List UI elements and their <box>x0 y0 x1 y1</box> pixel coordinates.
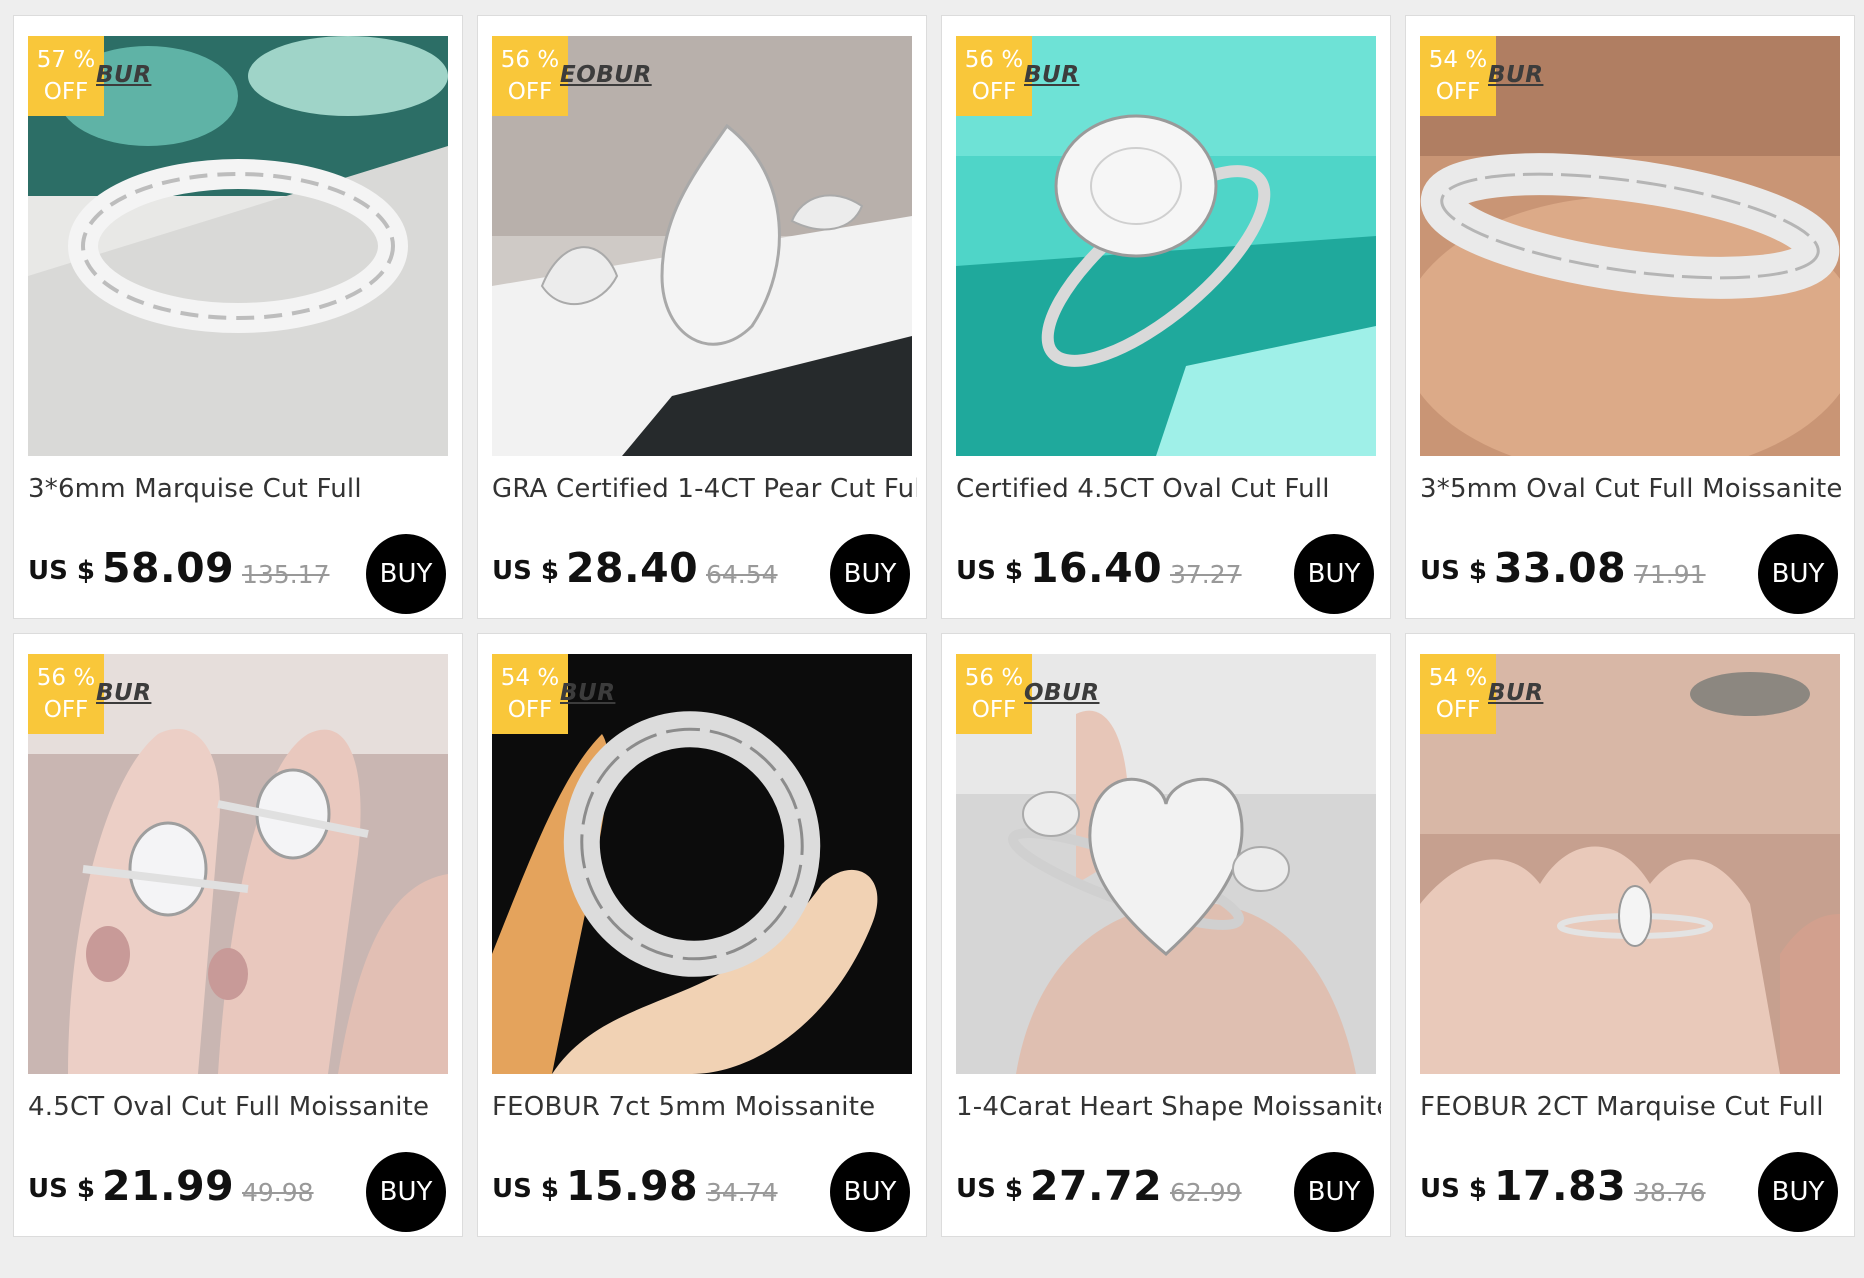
original-price: 49.98 <box>242 1178 314 1207</box>
discount-badge: 54 % OFF <box>1420 36 1496 116</box>
original-price: 37.27 <box>1170 560 1242 589</box>
buy-button[interactable]: BUY <box>1758 1152 1838 1232</box>
product-image[interactable]: 54 % OFF BUR <box>1420 654 1840 1074</box>
product-title[interactable]: Certified 4.5CT Oval Cut Full <box>956 474 1381 504</box>
discount-badge: 56 % OFF <box>956 36 1032 116</box>
buy-button[interactable]: BUY <box>1294 534 1374 614</box>
sale-price: 58.09 <box>102 544 235 592</box>
product-title[interactable]: FEOBUR 7ct 5mm Moissanite <box>492 1092 917 1122</box>
product-grid: 57 % OFF BUR 3*6mm Marquise Cut Full US … <box>13 15 1855 1237</box>
currency-label: US $ <box>1420 1174 1487 1204</box>
discount-off-label: OFF <box>971 697 1017 723</box>
product-card[interactable]: 56 % OFF OBUR 1-4Carat Heart Shape Moiss… <box>941 633 1391 1237</box>
product-card[interactable]: 56 % OFF BUR 4.5CT Oval Cut Full Moissan… <box>13 633 463 1237</box>
original-price: 34.74 <box>706 1178 778 1207</box>
product-title[interactable]: 1-4Carat Heart Shape Moissanite <box>956 1092 1381 1122</box>
product-card[interactable]: 56 % OFF BUR Certified 4.5CT Oval Cut Fu… <box>941 15 1391 619</box>
product-card[interactable]: 54 % OFF BUR 3*5mm Oval Cut Full Moissan… <box>1405 15 1855 619</box>
product-card[interactable]: 54 % OFF BUR FEOBUR 7ct 5mm Moissanite U… <box>477 633 927 1237</box>
discount-off-label: OFF <box>43 79 89 105</box>
discount-off-label: OFF <box>1435 697 1481 723</box>
original-price: 64.54 <box>706 560 778 589</box>
product-card[interactable]: 57 % OFF BUR 3*6mm Marquise Cut Full US … <box>13 15 463 619</box>
original-price: 71.91 <box>1634 560 1706 589</box>
discount-off-label: OFF <box>43 697 89 723</box>
original-price: 135.17 <box>242 560 330 589</box>
buy-button[interactable]: BUY <box>366 534 446 614</box>
discount-badge: 54 % OFF <box>1420 654 1496 734</box>
product-image[interactable]: 57 % OFF BUR <box>28 36 448 456</box>
brand-watermark: BUR <box>96 680 152 706</box>
product-title[interactable]: FEOBUR 2CT Marquise Cut Full <box>1420 1092 1845 1122</box>
discount-percent: 56 % <box>36 665 96 691</box>
discount-off-label: OFF <box>971 79 1017 105</box>
brand-watermark: OBUR <box>1024 680 1100 706</box>
currency-label: US $ <box>492 1174 559 1204</box>
discount-badge: 54 % OFF <box>492 654 568 734</box>
discount-badge: 56 % OFF <box>28 654 104 734</box>
sale-price: 33.08 <box>1494 544 1627 592</box>
discount-badge: 56 % OFF <box>492 36 568 116</box>
currency-label: US $ <box>28 556 95 586</box>
brand-watermark: BUR <box>560 680 616 706</box>
product-image[interactable]: 54 % OFF BUR <box>492 654 912 1074</box>
brand-watermark: BUR <box>1488 62 1544 88</box>
discount-percent: 54 % <box>500 665 560 691</box>
discount-badge: 56 % OFF <box>956 654 1032 734</box>
sale-price: 27.72 <box>1030 1162 1163 1210</box>
currency-label: US $ <box>956 556 1023 586</box>
sale-price: 15.98 <box>566 1162 699 1210</box>
product-image[interactable]: 56 % OFF EOBUR <box>492 36 912 456</box>
brand-watermark: BUR <box>96 62 152 88</box>
original-price: 38.76 <box>1634 1178 1706 1207</box>
discount-off-label: OFF <box>507 697 553 723</box>
buy-button[interactable]: BUY <box>1294 1152 1374 1232</box>
discount-percent: 57 % <box>36 47 96 73</box>
currency-label: US $ <box>956 1174 1023 1204</box>
product-card[interactable]: 54 % OFF BUR FEOBUR 2CT Marquise Cut Ful… <box>1405 633 1855 1237</box>
product-image[interactable]: 56 % OFF BUR <box>28 654 448 1074</box>
product-title[interactable]: 3*5mm Oval Cut Full Moissanite <box>1420 474 1845 504</box>
buy-button[interactable]: BUY <box>366 1152 446 1232</box>
discount-off-label: OFF <box>507 79 553 105</box>
product-title[interactable]: 3*6mm Marquise Cut Full <box>28 474 453 504</box>
sale-price: 17.83 <box>1494 1162 1627 1210</box>
sale-price: 28.40 <box>566 544 699 592</box>
product-card[interactable]: 56 % OFF EOBUR GRA Certified 1-4CT Pear … <box>477 15 927 619</box>
discount-percent: 56 % <box>964 47 1024 73</box>
brand-watermark: BUR <box>1024 62 1080 88</box>
product-image[interactable]: 54 % OFF BUR <box>1420 36 1840 456</box>
product-title[interactable]: GRA Certified 1-4CT Pear Cut Full <box>492 474 917 504</box>
currency-label: US $ <box>1420 556 1487 586</box>
buy-button[interactable]: BUY <box>830 1152 910 1232</box>
currency-label: US $ <box>492 556 559 586</box>
discount-off-label: OFF <box>1435 79 1481 105</box>
discount-badge: 57 % OFF <box>28 36 104 116</box>
sale-price: 21.99 <box>102 1162 235 1210</box>
buy-button[interactable]: BUY <box>830 534 910 614</box>
buy-button[interactable]: BUY <box>1758 534 1838 614</box>
discount-percent: 56 % <box>964 665 1024 691</box>
brand-watermark: EOBUR <box>560 62 652 88</box>
product-title[interactable]: 4.5CT Oval Cut Full Moissanite <box>28 1092 453 1122</box>
product-image[interactable]: 56 % OFF BUR <box>956 36 1376 456</box>
discount-percent: 54 % <box>1428 47 1488 73</box>
currency-label: US $ <box>28 1174 95 1204</box>
sale-price: 16.40 <box>1030 544 1163 592</box>
brand-watermark: BUR <box>1488 680 1544 706</box>
discount-percent: 54 % <box>1428 665 1488 691</box>
discount-percent: 56 % <box>500 47 560 73</box>
product-image[interactable]: 56 % OFF OBUR <box>956 654 1376 1074</box>
original-price: 62.99 <box>1170 1178 1242 1207</box>
